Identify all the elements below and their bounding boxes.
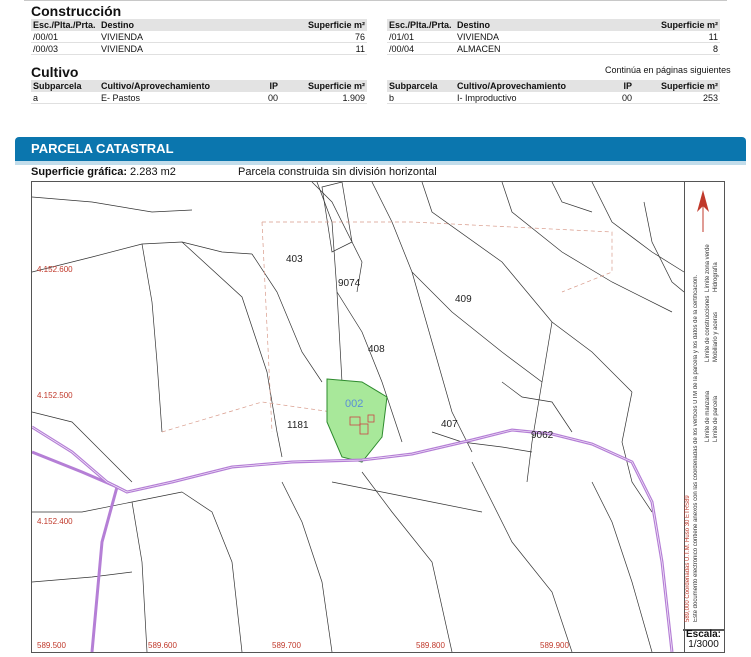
table-row: /00/04 ALMACEN 8 [387, 42, 720, 55]
legend-zona-verde: Límite zona verde [705, 244, 711, 292]
cell-esc: /00/03 [31, 42, 99, 55]
cell-destino: VIVIENDA [99, 31, 215, 43]
scale-value: 1/3000 [688, 639, 719, 650]
col-sup: Superficie m² [571, 19, 720, 31]
utm-y-1: 4.152.600 [37, 265, 73, 274]
label-1181: 1181 [287, 420, 309, 431]
parcela-header-band: PARCELA CATASTRAL [15, 137, 746, 161]
cultivo-table-left: Subparcela Cultivo/Aprovechamiento IP Su… [31, 80, 367, 104]
legend-hidrografia: Hidrografía [713, 262, 719, 292]
cell-destino: ALMACEN [455, 42, 572, 55]
cultivo-title: Cultivo [31, 64, 79, 80]
utm-y-3: 4.152.400 [37, 517, 73, 526]
legend-mobiliario: Mobiliario y aceras [713, 311, 719, 362]
construccion-title: Construcción [31, 3, 122, 19]
cell-esc: /00/01 [31, 31, 99, 43]
cell-destino: VIVIENDA [99, 42, 215, 55]
utm-labels: 4.152.600 4.152.500 4.152.400 589.500 58… [37, 265, 569, 650]
cell-sup: 11 [214, 42, 367, 55]
label-409: 409 [455, 294, 472, 305]
table-row: b I- Improductivo 00 253 [387, 92, 720, 104]
road [32, 425, 674, 652]
col-subparcela: Subparcela [31, 80, 99, 92]
cell-ip: 00 [260, 92, 281, 104]
continua-note: Continúa en páginas siguientes [605, 65, 731, 75]
col-cultivo: Cultivo/Aprovechamiento [99, 80, 261, 92]
north-arrow-icon [697, 190, 709, 232]
superficie-value: 2.283 m2 [130, 166, 176, 178]
label-002: 002 [345, 398, 363, 410]
highlighted-parcel [326, 378, 388, 463]
col-sup: Superficie m² [280, 80, 367, 92]
utm-x-3: 589.700 [272, 641, 301, 650]
cultivo-table-right: Subparcela Cultivo/Aprovechamiento IP Su… [387, 80, 720, 104]
construccion-table-left: Esc./Plta./Prta. Destino Superficie m² /… [31, 19, 367, 55]
label-403: 403 [286, 254, 303, 265]
label-407: 407 [441, 419, 458, 430]
table-row: a E- Pastos 00 1.909 [31, 92, 367, 104]
col-destino: Destino [455, 19, 572, 31]
coords-note: 589,000 Coordenadas U.T.M. Huso 30 ETRS8… [685, 495, 691, 622]
cell-sup: 76 [214, 31, 367, 43]
utm-x-4: 589.800 [416, 641, 445, 650]
cell-sup: 8 [571, 42, 720, 55]
col-cultivo: Cultivo/Aprovechamiento [455, 80, 615, 92]
table-row: /01/01 VIVIENDA 11 [387, 31, 720, 43]
map-svg: 403 9074 409 408 002 1181 407 9062 4.152… [32, 182, 684, 652]
cell-esc: /01/01 [387, 31, 455, 43]
cell-cultivo: I- Improductivo [455, 92, 615, 104]
col-subparcela: Subparcela [387, 80, 455, 92]
cell-esc: /00/04 [387, 42, 455, 55]
cell-ip: 00 [614, 92, 634, 104]
col-ip: IP [614, 80, 634, 92]
cell-sup: 253 [634, 92, 720, 104]
legend-parcela: Límite de parcela [713, 395, 719, 442]
col-esc: Esc./Plta./Prta. [31, 19, 99, 31]
cell-sup: 1.909 [280, 92, 367, 104]
utm-x-2: 589.600 [148, 641, 177, 650]
parcel-labels: 403 9074 409 408 002 1181 407 9062 [286, 254, 554, 441]
col-sup: Superficie m² [214, 19, 367, 31]
cell-sup: 11 [571, 31, 720, 43]
scale-box: Escala: 1/3000 [683, 629, 725, 653]
cadastral-map[interactable]: 403 9074 409 408 002 1181 407 9062 4.152… [31, 181, 685, 653]
label-9074: 9074 [338, 278, 361, 289]
construccion-table-right: Esc./Plta./Prta. Destino Superficie m² /… [387, 19, 720, 55]
superficie-label: Superficie gráfica: [31, 166, 127, 178]
parcela-tipo: Parcela construida sin división horizont… [238, 166, 437, 178]
table-row: /00/01 VIVIENDA 76 [31, 31, 367, 43]
col-sup: Superficie m² [634, 80, 720, 92]
col-ip: IP [260, 80, 281, 92]
cell-destino: VIVIENDA [455, 31, 572, 43]
col-destino: Destino [99, 19, 215, 31]
col-esc: Esc./Plta./Prta. [387, 19, 455, 31]
utm-x-5: 589.900 [540, 641, 569, 650]
top-divider [24, 0, 727, 1]
map-legend: 589,000 Coordenadas U.T.M. Huso 30 ETRS8… [683, 181, 725, 631]
label-408: 408 [368, 344, 385, 355]
legend-manzana: Límite de manzana [705, 390, 711, 442]
label-9062: 9062 [531, 430, 554, 441]
cell-sub: b [387, 92, 455, 104]
utm-x-1: 589.500 [37, 641, 66, 650]
utm-y-2: 4.152.500 [37, 391, 73, 400]
legend-construcciones: Límite de construcciones [705, 295, 711, 362]
table-row: /00/03 VIVIENDA 11 [31, 42, 367, 55]
doc-note: Este documento electrónico contiene anex… [693, 274, 699, 622]
cell-cultivo: E- Pastos [99, 92, 261, 104]
superficie-row: Superficie gráfica: 2.283 m2 [31, 166, 176, 178]
band-shadow [15, 161, 746, 165]
parcela-title: PARCELA CATASTRAL [31, 141, 174, 156]
cell-sub: a [31, 92, 99, 104]
